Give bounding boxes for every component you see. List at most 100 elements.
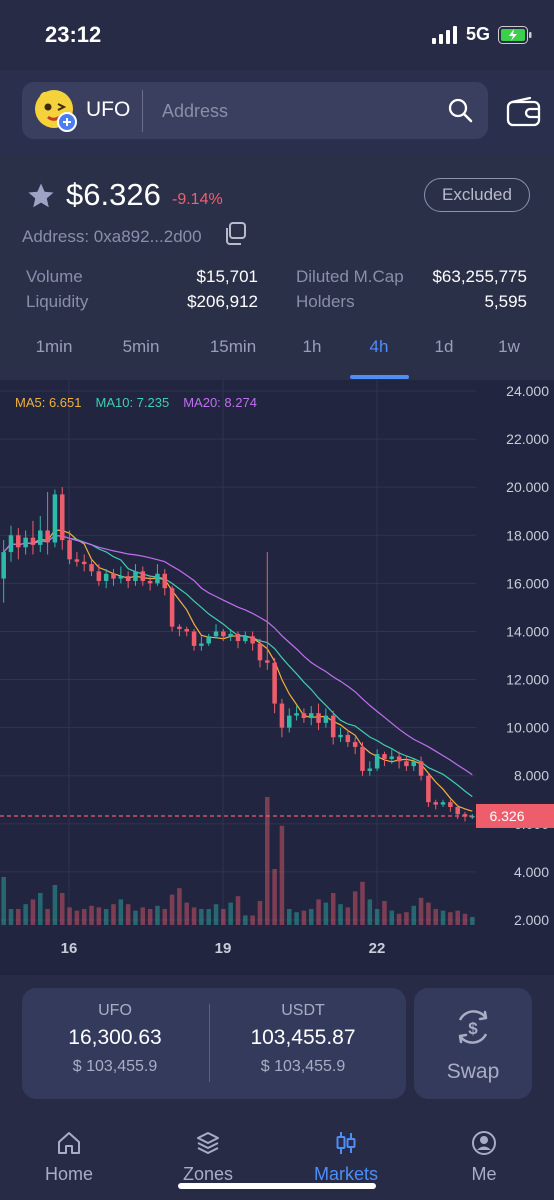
search-icon[interactable]	[446, 96, 474, 124]
volume-bar	[1, 877, 6, 925]
copy-icon[interactable]	[222, 221, 248, 247]
star-icon[interactable]	[26, 181, 56, 211]
volume-bar	[206, 909, 211, 925]
nav-label: Markets	[313, 1164, 378, 1184]
token-avatar[interactable]	[34, 89, 78, 133]
signal-icon	[431, 25, 457, 44]
search-bar[interactable]: UFO	[22, 82, 488, 139]
y-tick-label: 24.000	[506, 383, 549, 399]
candlestick-chart[interactable]: 24.000 22.000 20.000 18.000 16.000 14.000 12.0…	[0, 380, 554, 975]
candle-body	[382, 754, 387, 759]
nav-label: Zones	[182, 1164, 234, 1184]
candle-body	[243, 636, 248, 642]
volume-bar	[103, 909, 109, 925]
candle-body	[257, 643, 263, 661]
volume-bar	[67, 907, 72, 925]
volume-bar	[462, 913, 468, 925]
balance-amount: 103,455.87	[250, 1026, 356, 1049]
volume-bar	[404, 912, 409, 925]
candle-body	[169, 588, 175, 627]
candle-body	[147, 580, 153, 584]
tab-1d[interactable]: 1d	[435, 337, 454, 357]
tab-1h[interactable]: 1h	[303, 337, 322, 357]
tab-1min[interactable]: 1min	[36, 337, 73, 357]
y-tick-label: 10.000	[506, 720, 549, 736]
candle-body	[396, 756, 402, 762]
volume-bar	[279, 825, 285, 925]
tab-15min[interactable]: 15min	[210, 337, 256, 357]
volume-bar	[74, 910, 80, 925]
candle-body	[191, 631, 197, 646]
candle-body	[30, 537, 36, 545]
volume-bar	[177, 888, 182, 925]
volume-bar	[323, 902, 329, 925]
volume-bar	[89, 905, 94, 925]
volume-bar	[433, 909, 438, 925]
volume-bar	[396, 913, 402, 925]
volume-bar	[286, 909, 292, 925]
candle-body	[199, 643, 204, 646]
volume-bar	[272, 869, 277, 925]
nav-me[interactable]: Me	[429, 1130, 539, 1185]
volume-bar	[418, 897, 424, 925]
y-tick-label: 2.000	[514, 912, 549, 928]
candle-body	[235, 633, 241, 642]
header: UFO	[0, 70, 554, 155]
volume-bar	[389, 910, 395, 925]
tab-1w[interactable]: 1w	[498, 337, 520, 357]
candle-body	[16, 535, 21, 548]
status-bar: 23:12 5G	[0, 0, 554, 70]
wallet-icon[interactable]	[506, 96, 542, 128]
volume-bar	[81, 909, 87, 925]
person-icon	[472, 1131, 496, 1155]
nav-markets[interactable]: Markets	[291, 1130, 401, 1185]
nav-home[interactable]: Home	[14, 1130, 124, 1185]
nav-zones[interactable]: Zones	[153, 1130, 263, 1185]
contract-address: Address: 0xa892...2d00	[22, 227, 202, 246]
volume-bar	[96, 907, 102, 925]
volume-bar	[111, 904, 116, 925]
candle-body	[448, 802, 453, 807]
candle-body	[367, 768, 373, 771]
excluded-badge[interactable]: Excluded	[424, 178, 530, 212]
volume-bar	[440, 910, 446, 925]
volume-bar	[221, 909, 226, 925]
volume-bar	[257, 901, 263, 925]
ma-legend: MA5: 6.651 MA10: 7.235 MA20: 8.274	[15, 395, 257, 410]
candle-body	[111, 573, 116, 579]
balance-amount: 16,300.63	[68, 1026, 162, 1049]
volume-bar	[382, 901, 387, 925]
tab-5min[interactable]: 5min	[123, 337, 160, 357]
candle-body	[316, 713, 321, 723]
y-tick-label: 8.000	[514, 768, 549, 784]
network-type: 5G	[465, 24, 490, 44]
ma5-value: MA5: 6.651	[15, 395, 82, 410]
candle-body	[74, 559, 80, 562]
swap-icon: $	[458, 1010, 488, 1044]
search-input[interactable]	[162, 92, 422, 130]
y-tick-label: 14.000	[506, 623, 549, 639]
y-tick-label: 12.000	[506, 672, 549, 688]
x-tick-label: 16	[61, 940, 78, 957]
tab-4h[interactable]: 4h	[370, 337, 389, 357]
candle-body	[45, 530, 50, 543]
balance-symbol: USDT	[281, 1002, 325, 1019]
x-tick-label: 19	[215, 940, 232, 957]
chart-canvas[interactable]: 24.000 22.000 20.000 18.000 16.000 14.000 12.0…	[0, 380, 554, 975]
balance-usdt: USDT 103,455.87 $ 103,455.9	[210, 988, 396, 1099]
volume-bar	[308, 909, 314, 925]
candle-body	[89, 564, 94, 572]
nav-label: Me	[471, 1164, 497, 1184]
volume-bar	[169, 894, 175, 925]
candles-icon	[336, 1132, 356, 1154]
volume-bar	[8, 909, 14, 925]
candle-body	[294, 713, 299, 716]
volume-bar	[367, 899, 373, 925]
candle-body	[279, 703, 285, 728]
swap-button[interactable]: $ Swap	[414, 988, 532, 1099]
home-icon	[58, 1132, 80, 1154]
candle-body	[418, 761, 424, 776]
volume-bar	[250, 915, 255, 925]
volume-bar	[470, 917, 475, 925]
volume-bar	[374, 909, 380, 925]
